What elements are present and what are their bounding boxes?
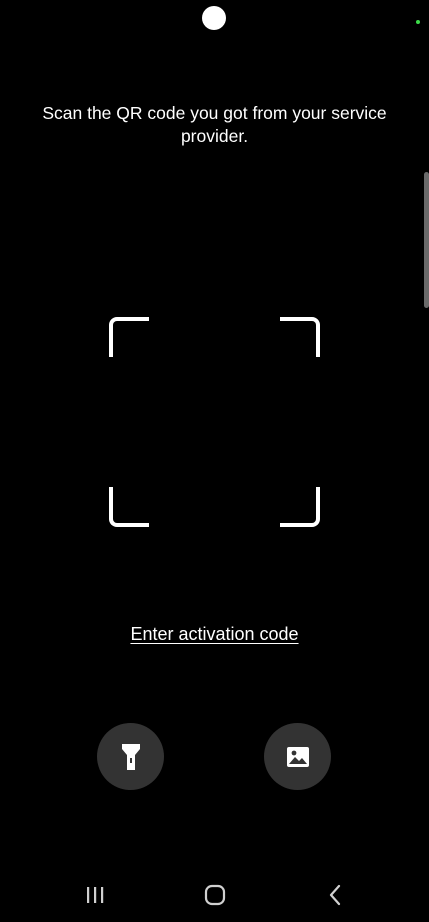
scan-frame-corner-bottom-right bbox=[280, 487, 320, 527]
qr-scan-screen: Scan the QR code you got from your servi… bbox=[0, 0, 429, 922]
recents-button[interactable] bbox=[75, 882, 115, 912]
recents-icon bbox=[85, 886, 105, 909]
scan-frame-corner-top-right bbox=[280, 317, 320, 357]
scrollbar[interactable] bbox=[424, 172, 429, 308]
status-indicator-dot bbox=[416, 20, 420, 24]
gallery-button[interactable] bbox=[264, 723, 331, 790]
scan-instruction-text: Scan the QR code you got from your servi… bbox=[42, 103, 387, 146]
enter-activation-code-link[interactable]: Enter activation code bbox=[60, 622, 369, 646]
home-button[interactable] bbox=[195, 882, 235, 912]
qr-scan-frame bbox=[109, 317, 320, 527]
back-icon bbox=[328, 884, 342, 911]
scan-frame-corner-bottom-left bbox=[109, 487, 149, 527]
back-button[interactable] bbox=[315, 882, 355, 912]
flashlight-button[interactable] bbox=[97, 723, 164, 790]
system-navigation-bar bbox=[0, 872, 429, 922]
home-icon bbox=[204, 884, 226, 911]
image-icon bbox=[286, 746, 310, 768]
camera-cutout bbox=[202, 6, 226, 30]
flashlight-icon bbox=[120, 742, 142, 772]
scan-frame-corner-top-left bbox=[109, 317, 149, 357]
